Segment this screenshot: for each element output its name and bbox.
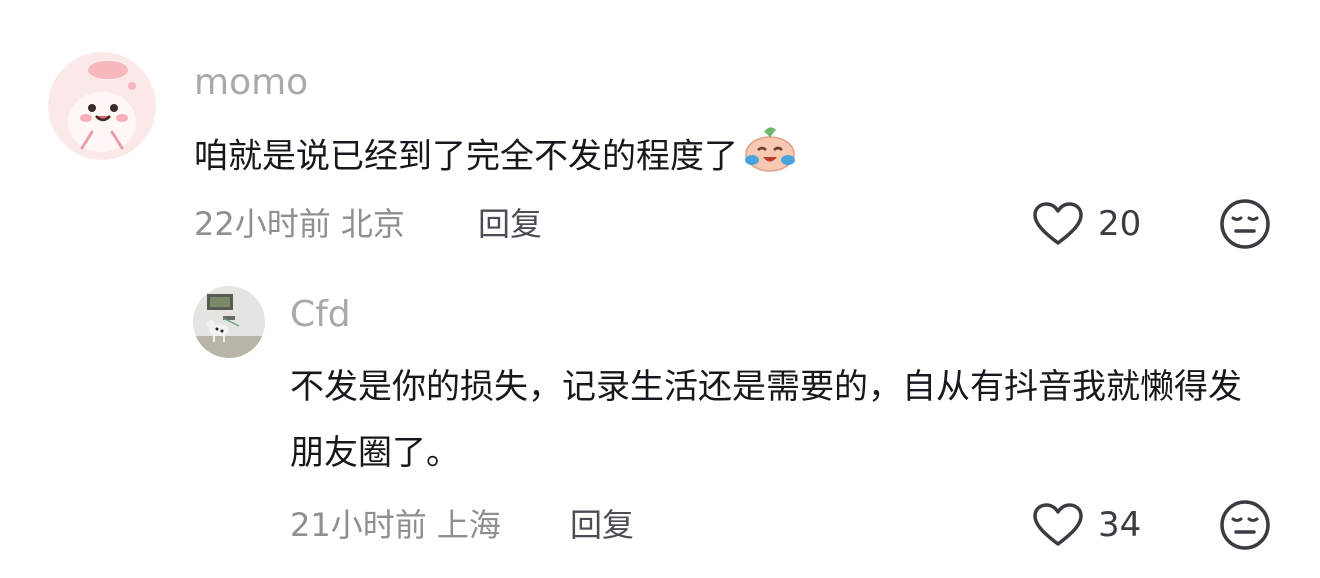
comment-meta: 22小时前 北京 (194, 199, 405, 245)
like-button[interactable]: 34 (1032, 499, 1141, 551)
comment-time: 22小时前 (194, 205, 331, 243)
username[interactable]: Cfd (290, 294, 351, 335)
reply-button[interactable]: 回复 (478, 199, 542, 245)
reply-comment-item: Cfd 不发是你的损失，记录生活还是需要的，自从有抖音我就懒得发朋友圈了。 21… (0, 270, 1320, 578)
like-button[interactable]: 20 (1032, 198, 1141, 250)
username[interactable]: momo (194, 62, 308, 103)
heart-outline-icon (1033, 503, 1083, 546)
like-count: 34 (1098, 505, 1142, 545)
comment-meta: 21小时前 上海 (290, 500, 501, 546)
reply-button[interactable]: 回复 (570, 500, 634, 546)
avatar[interactable] (193, 286, 265, 358)
meh-face-icon (1220, 500, 1270, 550)
comment-location: 上海 (436, 506, 501, 544)
comment-text: 咱就是说已经到了完全不发的程度了 (194, 122, 1194, 194)
meh-face-icon (1220, 199, 1270, 249)
dislike-button[interactable] (1219, 198, 1271, 254)
heart-outline-icon (1033, 202, 1083, 245)
comment-time: 21小时前 (290, 506, 427, 544)
avatar[interactable] (48, 52, 156, 160)
comment-text-content: 咱就是说已经到了完全不发的程度了 (194, 136, 738, 177)
comment-text: 不发是你的损失，记录生活还是需要的，自从有抖音我就懒得发朋友圈了。 (290, 367, 1242, 473)
avatar-image (48, 52, 156, 160)
comment-location: 北京 (340, 205, 405, 243)
dislike-button[interactable] (1219, 499, 1271, 555)
avatar-image (193, 286, 265, 358)
like-count: 20 (1098, 204, 1142, 244)
comment-item: momo 咱就是说已经到了完全不发的程度了 22小时前 北京 回复 20 (0, 0, 1320, 260)
crying-laughing-emoji-icon (742, 122, 798, 194)
